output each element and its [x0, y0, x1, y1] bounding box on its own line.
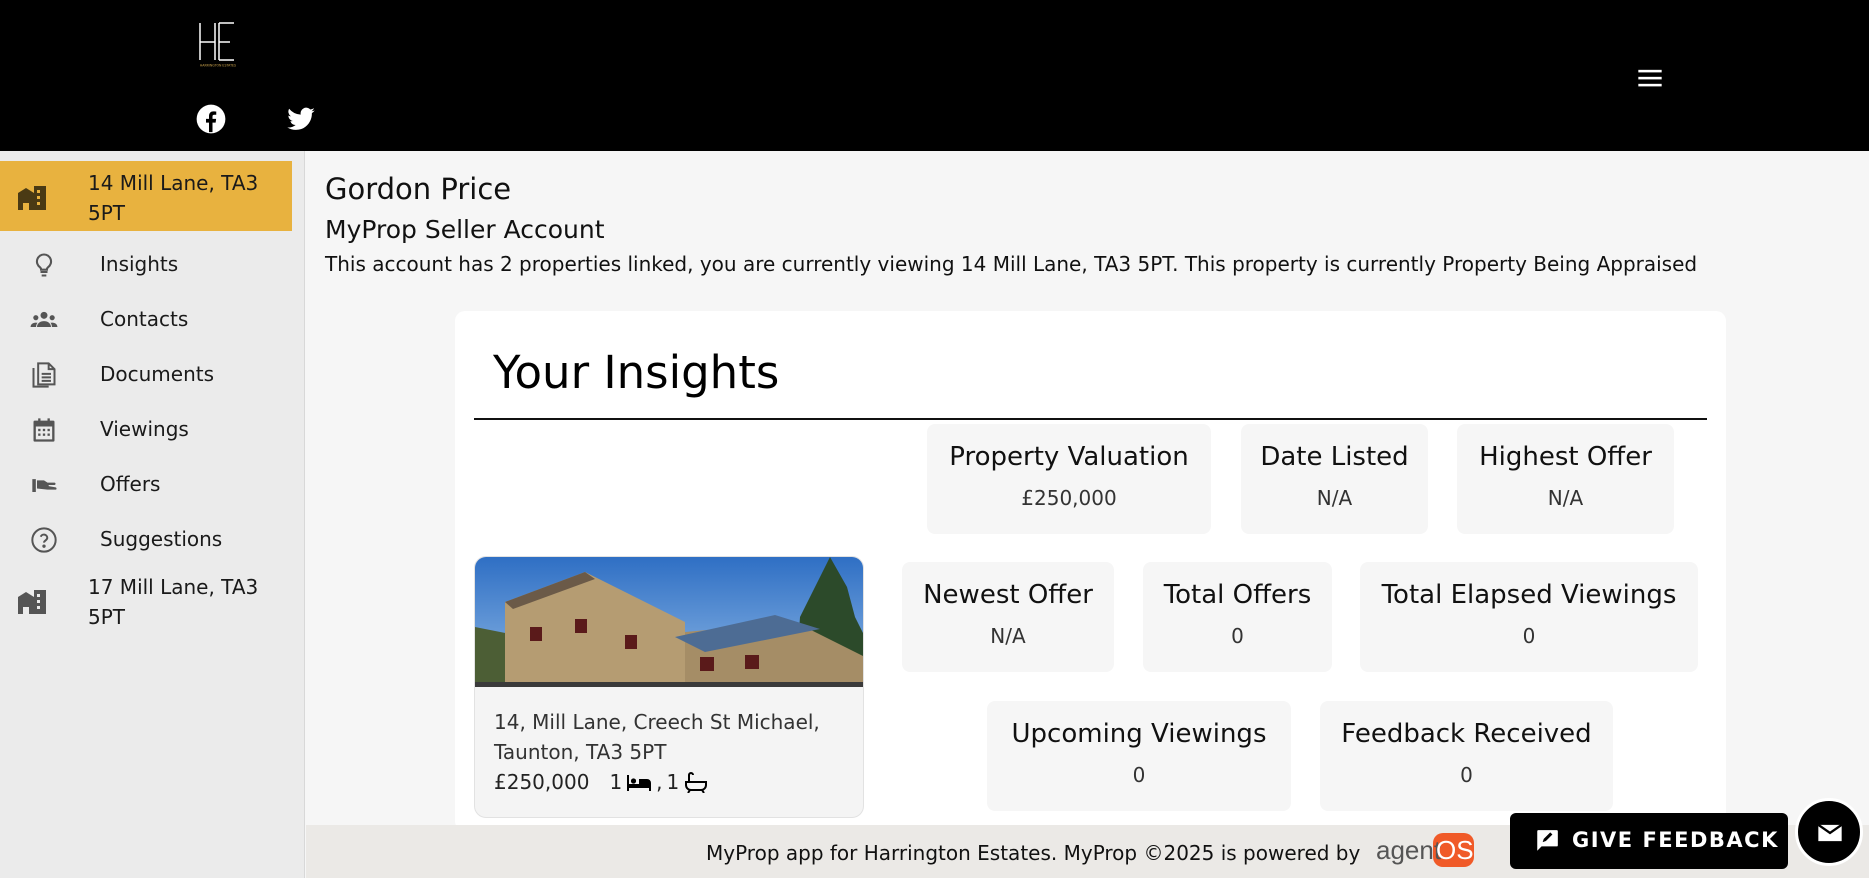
sidebar-property-label: 17 Mill Lane, TA3 5PT [88, 575, 259, 629]
stat-label: Upcoming Viewings [1011, 719, 1267, 749]
account-title: MyProp Seller Account [325, 215, 605, 244]
logo-subtitle: HARRINGTON ESTATES [200, 64, 236, 68]
sidebar-item-viewings[interactable]: Viewings [0, 404, 292, 454]
stat-label: Total Offers [1163, 580, 1312, 610]
agentos-brand-part1: agent [1376, 835, 1442, 865]
stat-value: 0 [1460, 763, 1473, 787]
stat-total-offers: Total Offers 0 [1143, 562, 1332, 672]
account-description: This account has 2 properties linked, yo… [325, 252, 1698, 276]
sidebar: 14 Mill Lane, TA3 5PT Insights Contacts … [0, 151, 305, 878]
stat-label: Date Listed [1260, 442, 1409, 472]
sidebar-item-label: Insights [100, 252, 179, 276]
stat-newest-offer: Newest Offer N/A [902, 562, 1114, 672]
chat-button[interactable] [1795, 798, 1863, 866]
facebook-icon[interactable] [196, 104, 226, 134]
stat-date-listed: Date Listed N/A [1241, 424, 1428, 534]
property-photo [475, 557, 863, 687]
help-circle-icon [31, 527, 57, 553]
stat-upcoming-viewings: Upcoming Viewings 0 [987, 701, 1291, 811]
people-icon [30, 311, 58, 327]
stat-value: 0 [1522, 624, 1536, 648]
stat-value: 0 [1231, 624, 1244, 648]
sidebar-item-label: Offers [100, 472, 161, 496]
stat-label: Total Elapsed Viewings [1381, 580, 1677, 610]
property-price: £250,000 [494, 770, 590, 794]
sidebar-item-label: Viewings [100, 417, 189, 441]
bath-icon [685, 772, 708, 793]
bedroom-count: 1 [609, 770, 623, 794]
offer-hand-icon [32, 479, 57, 492]
building-icon [18, 186, 46, 210]
property-card[interactable]: 14, Mill Lane, Creech St Michael, Taunto… [474, 556, 864, 818]
stat-value: N/A [1547, 486, 1584, 510]
stat-value: N/A [1316, 486, 1353, 510]
insights-card: Your Insights 14, Mill Lane, Creech St M… [455, 311, 1726, 831]
give-feedback-label: GIVE FEEDBACK [1572, 828, 1779, 852]
sidebar-property-14-mill-lane[interactable]: 14 Mill Lane, TA3 5PT [0, 161, 292, 231]
stat-total-elapsed-viewings: Total Elapsed Viewings 0 [1360, 562, 1698, 672]
mail-icon [1817, 823, 1843, 842]
stat-label: Feedback Received [1341, 719, 1592, 749]
sidebar-item-suggestions[interactable]: Suggestions [0, 514, 292, 564]
agentos-logo[interactable]: agent OS [1374, 832, 1476, 868]
sidebar-item-documents[interactable]: Documents [0, 349, 292, 399]
stat-label: Newest Offer [923, 580, 1093, 610]
stat-label: Highest Offer [1479, 442, 1652, 472]
sidebar-item-insights[interactable]: Insights [0, 239, 292, 289]
hamburger-menu-icon[interactable] [1636, 64, 1664, 92]
bathroom-count: 1 [666, 770, 680, 794]
sidebar-item-label: Contacts [100, 307, 189, 331]
sidebar-property-17-mill-lane[interactable]: 17 Mill Lane, TA3 5PT [0, 565, 292, 635]
harrington-estates-logo[interactable]: HARRINGTON ESTATES [188, 20, 248, 68]
twitter-icon[interactable] [286, 104, 316, 134]
top-header: HARRINGTON ESTATES [0, 0, 1869, 151]
stat-highest-offer: Highest Offer N/A [1457, 424, 1674, 534]
stat-property-valuation: Property Valuation £250,000 [927, 424, 1211, 534]
owner-name: Gordon Price [325, 172, 512, 206]
sidebar-item-contacts[interactable]: Contacts [0, 294, 292, 344]
sidebar-item-label: Documents [100, 362, 215, 386]
stat-feedback-received: Feedback Received 0 [1320, 701, 1613, 811]
sidebar-item-offers[interactable]: Offers [0, 459, 292, 509]
lightbulb-icon [35, 253, 53, 277]
insights-title: Your Insights [493, 346, 780, 399]
property-address: 14, Mill Lane, Creech St Michael, Taunto… [494, 710, 820, 764]
property-meta: £250,000 1 , 1 [494, 767, 709, 797]
sidebar-item-label: Suggestions [100, 527, 223, 551]
stat-value: 0 [1132, 763, 1146, 787]
stat-label: Property Valuation [949, 442, 1189, 472]
sidebar-property-label: 14 Mill Lane, TA3 5PT [88, 171, 259, 225]
documents-icon [32, 362, 56, 388]
bed-icon [627, 775, 652, 791]
stat-value: £250,000 [1021, 486, 1117, 510]
feedback-icon [1537, 830, 1558, 851]
building-icon [18, 590, 46, 614]
footer-text: MyProp app for Harrington Estates. MyPro… [706, 841, 1361, 865]
insights-divider [474, 418, 1707, 420]
stat-value: N/A [990, 624, 1026, 648]
agentos-brand-part2: OS [1436, 835, 1474, 865]
give-feedback-button[interactable]: GIVE FEEDBACK [1510, 813, 1788, 869]
calendar-icon [33, 418, 55, 442]
